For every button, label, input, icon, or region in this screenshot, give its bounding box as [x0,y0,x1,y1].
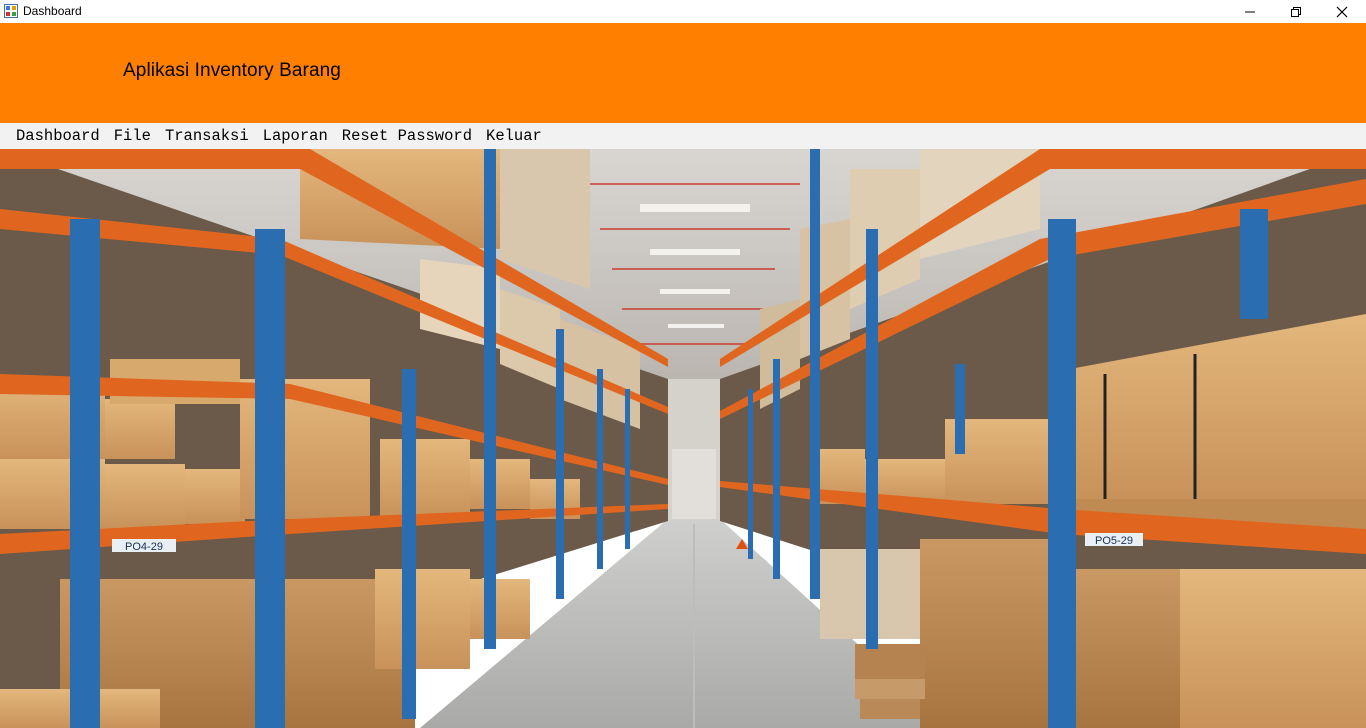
rack-label-left: PO4-29 [125,541,163,553]
restore-icon [1291,6,1301,17]
app-title: Aplikasi Inventory Barang [123,60,341,81]
menu-item-laporan[interactable]: Laporan [256,124,335,148]
app-icon [4,4,18,18]
menu-item-keluar[interactable]: Keluar [479,124,549,148]
menu-item-reset-password[interactable]: Reset Password [335,124,479,148]
menu-item-transaksi[interactable]: Transaksi [158,124,256,148]
menu-item-file[interactable]: File [107,124,158,148]
window-titlebar: Dashboard [0,0,1366,23]
menu-item-dashboard[interactable]: Dashboard [9,124,107,148]
close-icon [1336,6,1348,17]
menu-bar: Dashboard File Transaksi Laporan Reset P… [0,123,1366,149]
minimize-icon [1245,11,1255,12]
restore-button[interactable] [1273,0,1319,23]
rack-label-right: PO5-29 [1095,535,1133,547]
warehouse-background-image: PO4-29 PO5-29 [0,149,1366,728]
minimize-button[interactable] [1227,0,1273,23]
app-header: Aplikasi Inventory Barang [0,23,1366,123]
close-button[interactable] [1319,0,1365,23]
window-title: Dashboard [23,4,82,18]
